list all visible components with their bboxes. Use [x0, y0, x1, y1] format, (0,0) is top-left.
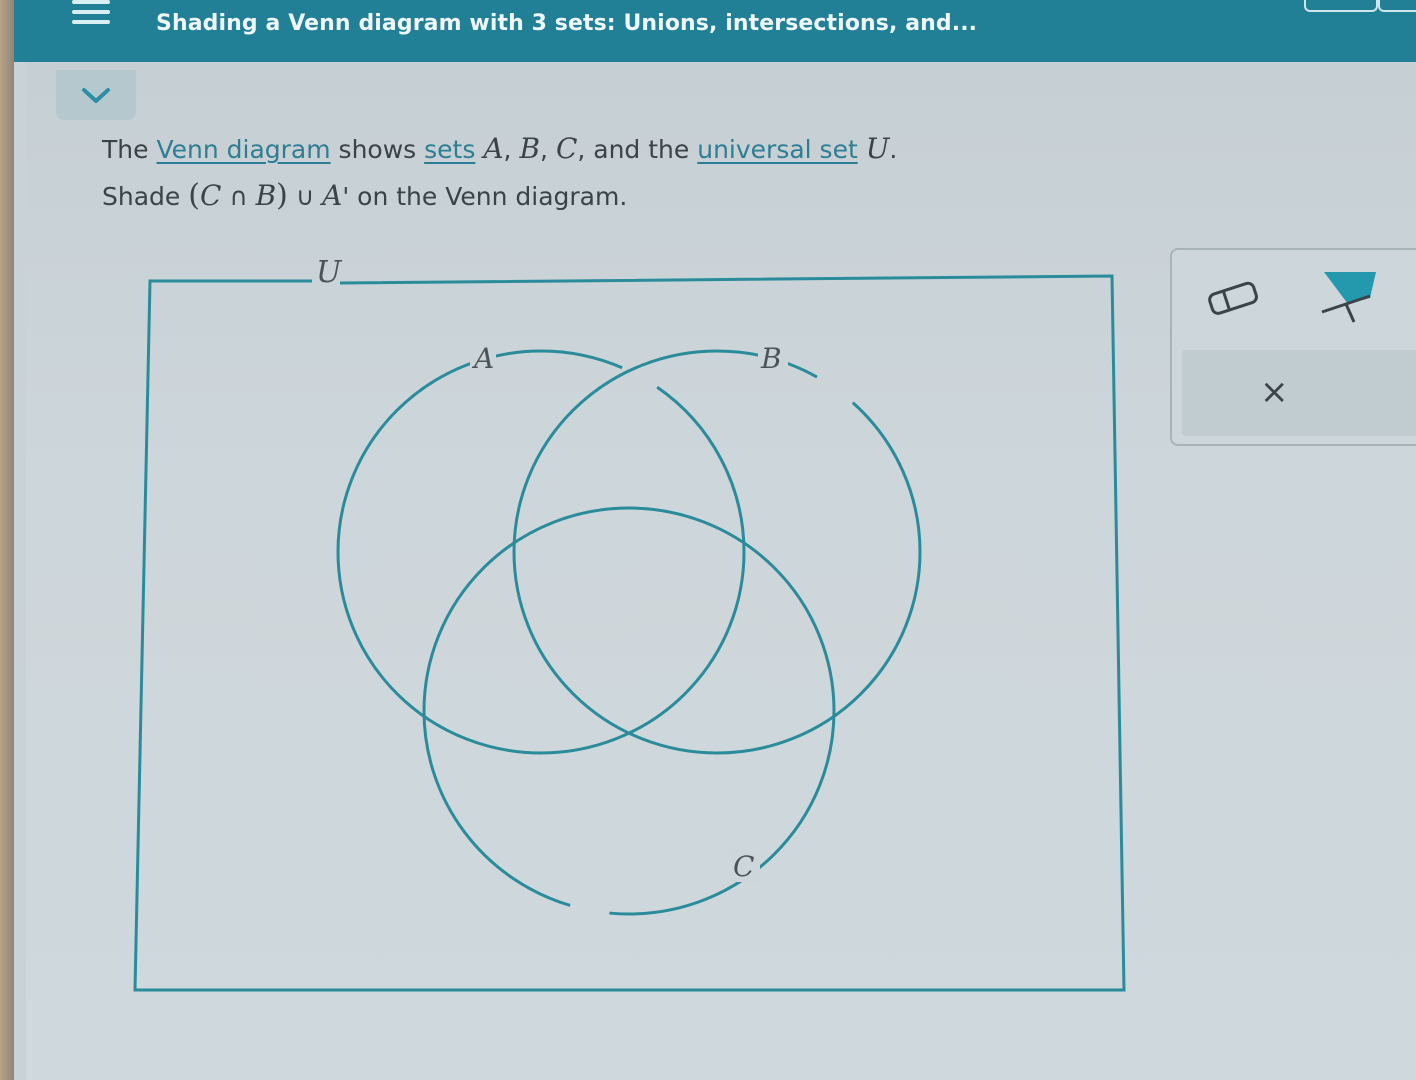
fill-tool[interactable] [1318, 268, 1382, 328]
shading-toolbox: × [1170, 248, 1416, 446]
circle-c[interactable] [422, 506, 836, 916]
eraser-tool[interactable] [1204, 278, 1264, 318]
eraser-icon [1208, 281, 1258, 315]
venn-diagram[interactable]: U A B C [0, 0, 1416, 1080]
clear-button[interactable]: × [1182, 350, 1416, 436]
circle-b[interactable] [512, 349, 922, 755]
set-c-label: C [733, 850, 754, 883]
set-b-label: B [760, 342, 782, 375]
circle-a[interactable] [336, 349, 746, 755]
close-icon: × [1260, 372, 1289, 412]
paint-fill-icon [1321, 272, 1376, 323]
universe-label: U [316, 255, 343, 290]
set-a-label: A [471, 342, 494, 375]
universe-frame [133, 274, 1126, 992]
